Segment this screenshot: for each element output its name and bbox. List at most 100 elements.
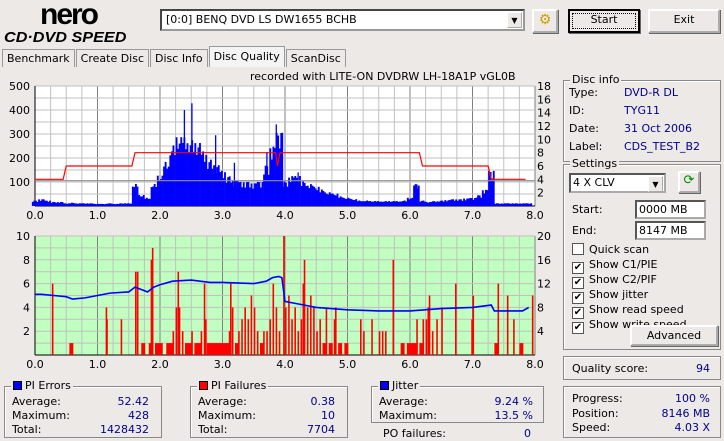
pi-failure-bar <box>200 331 203 355</box>
x-tick-label: 0.0 <box>26 358 44 371</box>
pi-failure-bar <box>313 307 315 355</box>
start-input[interactable]: 0000 MB <box>635 200 706 219</box>
pi-failure-bar <box>253 307 256 355</box>
checkbox-label: Show jitter <box>589 288 649 301</box>
pi-failure-bar <box>400 343 405 355</box>
jitter-title: Jitter <box>378 379 421 392</box>
x-tick-label: 1.0 <box>89 358 107 371</box>
y2-tick-label: 10 <box>537 133 551 146</box>
pie-average-label: Average: <box>12 395 61 408</box>
checkbox-show-c2-pif[interactable]: ✔ Show C2/PIF <box>572 273 657 289</box>
pi-failure-bar <box>250 295 253 355</box>
date-label: Date: <box>569 122 599 135</box>
checkbox-icon[interactable]: ✔ <box>572 322 584 334</box>
disc-info-title: Disc info <box>570 73 622 86</box>
checkbox-show-read-speed[interactable]: ✔ Show read speed <box>572 303 684 319</box>
jitter-title-text: Jitter <box>392 379 419 392</box>
pi-failure-bar <box>306 307 309 355</box>
x-tick-label: 8.0 <box>526 358 544 371</box>
pi-failure-bar <box>275 307 278 355</box>
date-value: 31 Oct 2006 <box>624 122 693 135</box>
y2-tick-label: 16 <box>537 254 551 267</box>
speed-select[interactable]: 4 X CLV ▼ <box>569 173 666 193</box>
pi-failures-title: PI Failures <box>197 379 269 392</box>
pi-failure-bar <box>247 319 250 355</box>
quality-score-label: Quality score: <box>572 362 649 375</box>
pi-failures-group: PI Failures Average: 0.38 Maximum: 10 To… <box>190 379 348 438</box>
checkbox-quick-scan[interactable]: Quick scan <box>572 243 649 256</box>
x-tick-label: 6.0 <box>401 209 419 222</box>
pi-failure-bar <box>506 295 509 355</box>
pie-maximum-label: Maximum: <box>12 409 70 422</box>
y2-tick-label: 8 <box>537 147 544 160</box>
advanced-button[interactable]: Advanced <box>630 325 718 346</box>
y-tick-label: 200 <box>9 152 30 165</box>
pi-failure-bar <box>325 307 328 355</box>
chevron-down-icon[interactable]: ▼ <box>648 176 663 192</box>
exit-button[interactable]: Exit <box>648 9 720 33</box>
pi-failure-bar <box>428 295 431 355</box>
type-label: Type: <box>569 86 598 99</box>
pi-error-spike <box>191 103 193 206</box>
pif-maximum-label: Maximum: <box>198 409 256 422</box>
po-failures-label: PO failures: <box>383 427 446 440</box>
x-tick-label: 3.0 <box>214 358 232 371</box>
speed-value: 4.03 X <box>674 421 710 434</box>
checkbox-label: Quick scan <box>589 243 650 256</box>
pi-failure-bar <box>297 331 300 355</box>
pif-average-label: Average: <box>198 395 247 408</box>
y2-tick-label: 20 <box>537 230 551 243</box>
jitter-maximum-label: Maximum: <box>379 409 437 422</box>
y2-tick-label: 8 <box>537 301 544 314</box>
pi-failure-bar <box>335 307 337 355</box>
pi-failure-bar <box>360 319 362 355</box>
pi-failure-bar <box>256 331 259 355</box>
pi-failure-bar <box>278 331 281 355</box>
progress-group: Progress: 100 % Position: 8146 MB Speed:… <box>563 386 721 438</box>
refresh-icon[interactable]: ⟳ <box>678 171 700 193</box>
type-value: DVD-R DL <box>624 86 678 99</box>
y-tick-label: 8 <box>23 254 30 267</box>
pi-failure-bar <box>241 319 243 355</box>
label-value: CDS_TEST_B2 <box>624 140 701 153</box>
pi-failure-bar <box>319 319 321 355</box>
disc-info-group: Disc info Type: DVD-R DL ID: TYG11 Date:… <box>563 73 721 162</box>
speed-label: Speed: <box>572 421 611 434</box>
pie-maximum-value: 428 <box>128 409 149 422</box>
pi-error-spike <box>215 135 217 206</box>
pi-failure-bar <box>285 307 287 355</box>
checkbox-show-c1-pie[interactable]: ✔ Show C1/PIE <box>572 258 657 274</box>
pi-failure-bar <box>288 295 290 355</box>
y-tick-label: 100 <box>9 176 30 189</box>
jitter-average-value: 9.24 % <box>494 395 533 408</box>
jitter-group: Jitter Average: 9.24 % Maximum: 13.5 % <box>371 379 544 423</box>
pi-failure-bar <box>441 307 443 355</box>
pi-failure-bar <box>531 295 534 355</box>
y-tick-label: 500 <box>9 80 30 93</box>
end-label: End: <box>572 224 597 237</box>
pi-failure-bar <box>191 331 193 355</box>
checkbox-label: Show C2/PIF <box>589 273 657 286</box>
pi-error-spike <box>275 124 277 206</box>
checkbox-icon[interactable] <box>572 243 584 255</box>
pi-error-spike <box>281 132 284 206</box>
pi-failure-bar <box>51 283 54 355</box>
pif-maximum-value: 10 <box>321 409 335 422</box>
checkbox-label: Show read speed <box>589 303 684 316</box>
pi-failure-bar <box>328 343 333 355</box>
start-button[interactable]: Start <box>568 9 640 33</box>
end-input[interactable]: 8147 MB <box>635 221 706 240</box>
pi-errors-color-icon <box>13 381 22 390</box>
pi-failure-bar <box>294 307 296 355</box>
pi-error-spike <box>266 152 268 206</box>
pi-failure-bar <box>272 283 275 355</box>
y-tick-label: 2 <box>23 325 30 338</box>
label-label: Label: <box>569 140 603 153</box>
pif-average-value: 0.38 <box>310 395 336 408</box>
pi-failure-bar <box>178 307 181 355</box>
y-tick-label: 400 <box>9 104 30 117</box>
pi-failure-bar <box>269 319 271 355</box>
quality-score-value: 94 <box>696 362 710 375</box>
checkbox-show-jitter[interactable]: ✔ Show jitter <box>572 288 648 304</box>
start-label: Start: <box>572 203 603 216</box>
